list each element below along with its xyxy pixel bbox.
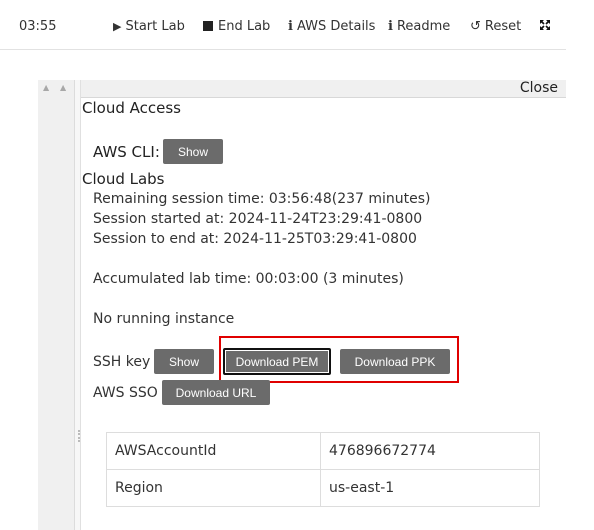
end-lab-button[interactable]: End Lab: [203, 19, 270, 34]
fullscreen-icon[interactable]: [539, 19, 551, 35]
table-cell-key: Region: [106, 469, 321, 507]
splitter-handle-icon[interactable]: [78, 430, 80, 442]
scroll-up-icon[interactable]: ▲: [60, 83, 66, 92]
expand-arrows-icon: [540, 20, 550, 30]
left-pane: [0, 80, 38, 530]
session-timer: 03:55: [19, 19, 57, 34]
aws-details-label: AWS Details: [296, 19, 376, 34]
scroll-up-icon[interactable]: ▲: [43, 83, 49, 92]
reset-icon: ↺: [470, 19, 481, 34]
reset-button[interactable]: ↺ Reset: [470, 19, 521, 34]
start-lab-label: Start Lab: [125, 19, 185, 34]
aws-details-button[interactable]: i AWS Details: [288, 19, 375, 34]
ssh-key-label: SSH key: [93, 354, 151, 370]
session-end-text: Session to end at: 2024-11-25T03:29:41-0…: [93, 231, 417, 247]
lab-toolbar: 03:55 ▶ Start Lab End Lab i AWS Details iR…: [0, 0, 566, 50]
end-lab-label: End Lab: [218, 19, 271, 34]
highlight-box: [219, 336, 459, 383]
readme-button[interactable]: i Readme: [388, 19, 450, 34]
info-icon: i: [388, 19, 393, 34]
ssh-key-show-button[interactable]: Show: [154, 349, 214, 374]
readme-label: Readme: [396, 19, 451, 34]
session-start-text: Session started at: 2024-11-24T23:29:41-…: [93, 211, 423, 227]
table-row: AWSAccountId 476896672774: [106, 432, 540, 470]
table-row: Region us-east-1: [106, 469, 540, 507]
cloud-access-title: Cloud Access: [82, 99, 181, 117]
start-lab-button[interactable]: ▶ Start Lab: [113, 19, 185, 34]
table-cell-value: us-east-1: [320, 469, 540, 507]
download-url-button[interactable]: Download URL: [162, 380, 270, 405]
play-icon: ▶: [113, 20, 122, 33]
account-info-table: AWSAccountId 476896672774 Region us-east…: [106, 432, 540, 507]
accumulated-time-text: Accumulated lab time: 00:03:00 (3 minute…: [93, 271, 404, 287]
aws-cli-show-button[interactable]: Show: [163, 139, 223, 164]
aws-sso-label: AWS SSO: [93, 385, 158, 401]
toolbar-spacer: [0, 51, 594, 80]
table-cell-value: 476896672774: [320, 432, 540, 470]
left-scroll-gutter[interactable]: [38, 80, 75, 530]
close-button[interactable]: Close: [520, 80, 558, 96]
cloud-labs-title: Cloud Labs: [82, 170, 165, 188]
panel-header: Close: [81, 80, 566, 98]
reset-label: Reset: [484, 19, 522, 34]
aws-cli-label: AWS CLI:: [93, 143, 160, 161]
info-icon: i: [288, 19, 293, 34]
stop-icon: [203, 21, 213, 31]
instance-status-text: No running instance: [93, 311, 235, 327]
table-cell-key: AWSAccountId: [106, 432, 321, 470]
right-margin: [566, 0, 594, 530]
remaining-time-text: Remaining session time: 03:56:48(237 min…: [93, 191, 431, 207]
